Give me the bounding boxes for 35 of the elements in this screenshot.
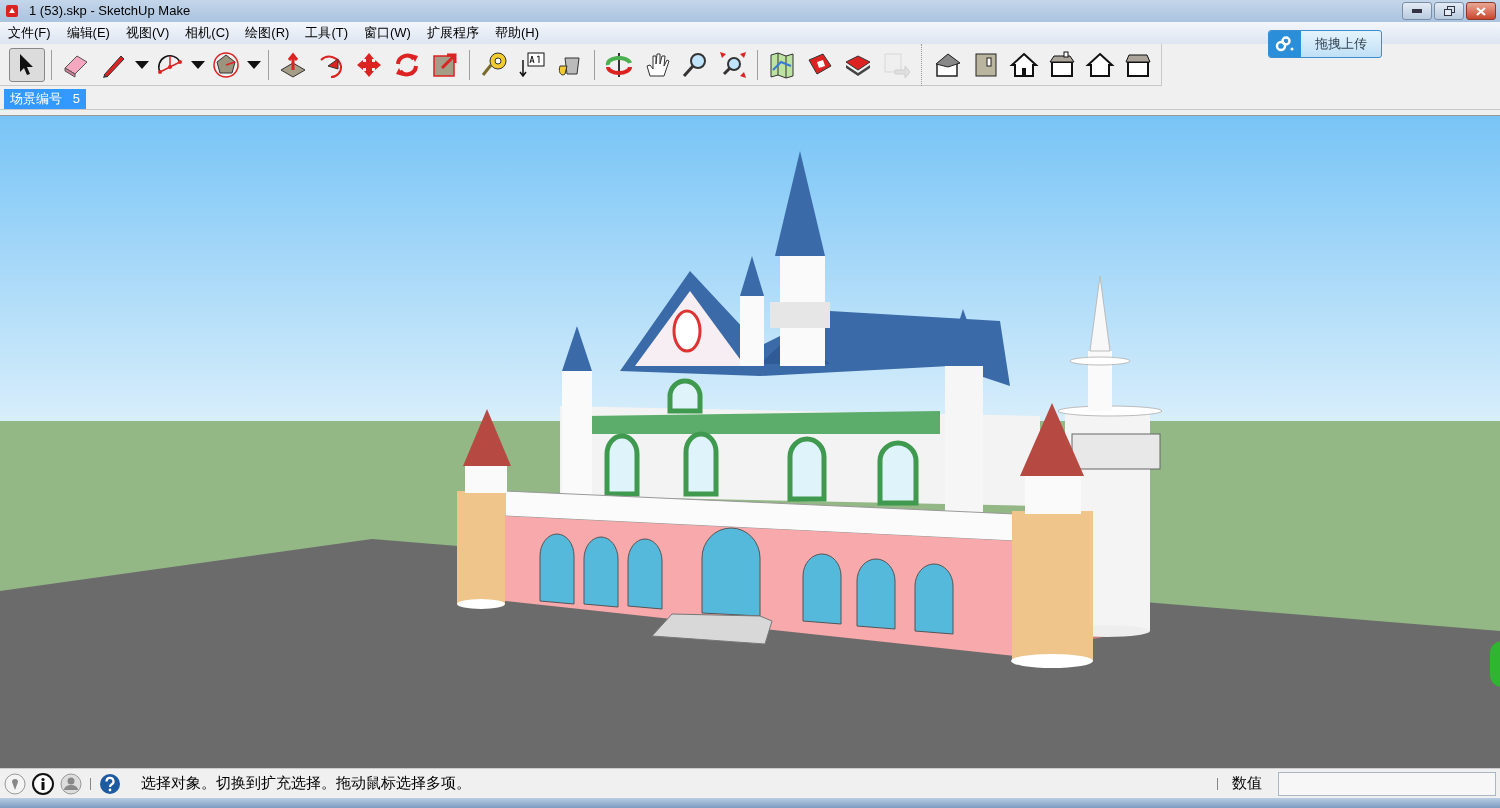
window-title: 1 (53).skp - SketchUp Make: [29, 2, 191, 21]
status-message: 选择对象。切换到扩充选择。拖动鼠标选择多项。: [141, 773, 471, 794]
caret-down-icon: [135, 60, 149, 69]
menu-item[interactable]: 文件(F): [0, 22, 59, 44]
menu-item[interactable]: 帮助(H): [486, 22, 547, 44]
menu-item[interactable]: 相机(C): [177, 22, 238, 44]
help-icon[interactable]: [99, 772, 121, 795]
close-button[interactable]: [1466, 2, 1496, 20]
geolocation-pin-icon[interactable]: [4, 772, 26, 795]
close-icon: [1476, 6, 1486, 16]
menu-item[interactable]: 扩展程序: [418, 22, 487, 44]
menu-item[interactable]: 窗口(W): [356, 22, 419, 44]
restore-button[interactable]: [1434, 2, 1464, 20]
upload-button[interactable]: 拖拽上传: [1268, 30, 1382, 58]
minimize-icon: [1412, 9, 1422, 13]
menu-item[interactable]: 编辑(E): [58, 22, 118, 44]
caret-down-icon: [247, 60, 261, 69]
user-icon[interactable]: [60, 772, 82, 795]
map-icon: [767, 49, 797, 80]
minimize-button[interactable]: [1402, 2, 1432, 20]
app-logo-icon: [5, 4, 19, 18]
measurement-label: 数值: [1232, 773, 1262, 794]
cloud-link-icon: [1275, 36, 1295, 52]
polygon-icon: [211, 49, 241, 80]
house-chimney-icon: [1047, 49, 1077, 80]
magnifier-arrows-icon: [718, 49, 748, 80]
restore-icon: [1443, 6, 1455, 16]
measurement-input-field[interactable]: [1278, 771, 1496, 796]
menu-item[interactable]: 视图(V): [117, 22, 178, 44]
info-icon[interactable]: [32, 772, 54, 795]
menu-item[interactable]: 绘图(R): [237, 22, 298, 44]
text-label-icon: [517, 49, 547, 80]
caret-down-icon: [191, 60, 205, 69]
menu-item[interactable]: 工具(T): [297, 22, 356, 44]
select-tool-button[interactable]: [9, 47, 45, 82]
